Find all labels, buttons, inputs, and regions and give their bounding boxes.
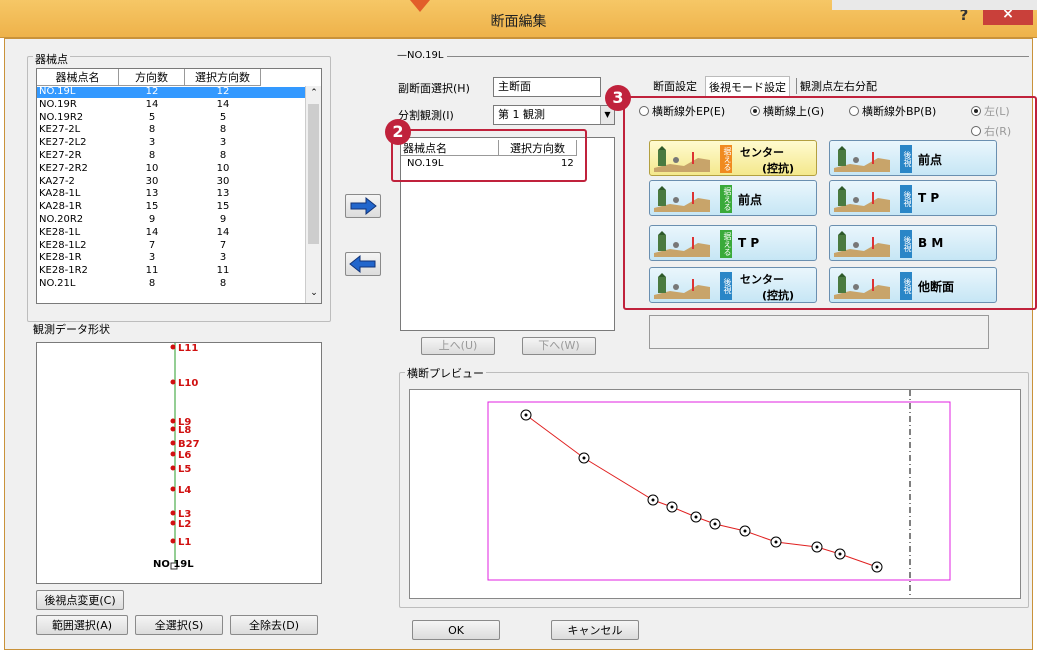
survey-point-dot (524, 413, 528, 417)
move-up-button[interactable]: 上へ(U) (421, 337, 495, 355)
observation-shape-view: L11 L10 L9 L8 B27 L6 L5 L4 L3 L2 L1 NO 19L (36, 342, 322, 584)
background-strip (832, 0, 1037, 10)
survey-point-dot (743, 529, 747, 533)
ok-button[interactable]: OK (412, 620, 500, 640)
highlight-box-3 (623, 96, 1037, 310)
shape-point (170, 344, 176, 350)
shape-point (170, 520, 176, 526)
shape-origin-label: NO 19L (153, 559, 194, 570)
remove-all-button[interactable]: 全除去(D) (230, 615, 318, 635)
survey-point-dot (875, 565, 879, 569)
shape-point (170, 510, 176, 516)
shape-point (170, 538, 176, 544)
range-select-button[interactable]: 範囲選択(A) (36, 615, 128, 635)
move-down-button[interactable]: 下へ(W) (522, 337, 596, 355)
survey-point-dot (694, 515, 698, 519)
shape-point-label: L6 (178, 450, 191, 461)
survey-point-dot (651, 498, 655, 502)
cross-section-preview-svg (487, 390, 951, 598)
preview-label: 横断プレビュー (405, 365, 486, 381)
shape-point (170, 465, 176, 471)
shape-point (170, 486, 176, 492)
shape-point-label: L10 (178, 378, 198, 389)
step-badge-2: 2 (385, 119, 411, 145)
shape-point-label: L1 (178, 537, 191, 548)
survey-point-dot (838, 552, 842, 556)
survey-point-dot (713, 522, 717, 526)
preview-frame (487, 401, 951, 581)
survey-point-dot (815, 545, 819, 549)
select-all-button[interactable]: 全選択(S) (135, 615, 223, 635)
shape-point (170, 418, 176, 424)
shape-point (170, 426, 176, 432)
shape-point-label: L11 (178, 343, 198, 354)
terrain-curve (525, 414, 878, 568)
pointer-arrow-icon (410, 0, 430, 12)
shape-point (170, 440, 176, 446)
shape-point-label: B27 (178, 439, 200, 450)
shape-point-label: L4 (178, 485, 191, 496)
highlight-box-2 (391, 129, 587, 182)
cross-section-preview (409, 389, 1021, 599)
shape-point-label: L5 (178, 464, 191, 475)
shape-point-label: L8 (178, 425, 191, 436)
back-point-change-button[interactable]: 後視点変更(C) (36, 590, 124, 610)
survey-point-dot (774, 540, 778, 544)
shape-point-label: L2 (178, 519, 191, 530)
survey-point-dot (582, 456, 586, 460)
survey-point-dot (670, 505, 674, 509)
step-badge-3: 3 (605, 85, 631, 111)
shape-point (170, 379, 176, 385)
window-title: 断面編集 (490, 14, 547, 30)
dialog-body: 器械点 器械点名 方向数 選択方向数 NO.19L 12 12 NO.19R 14 14 N… (4, 38, 1037, 650)
observation-shape-svg: L11L10L9L8B27L6L5L4L3L2L1NO 19L (153, 343, 200, 570)
cancel-button[interactable]: キャンセル (551, 620, 639, 640)
shape-point (170, 451, 176, 457)
